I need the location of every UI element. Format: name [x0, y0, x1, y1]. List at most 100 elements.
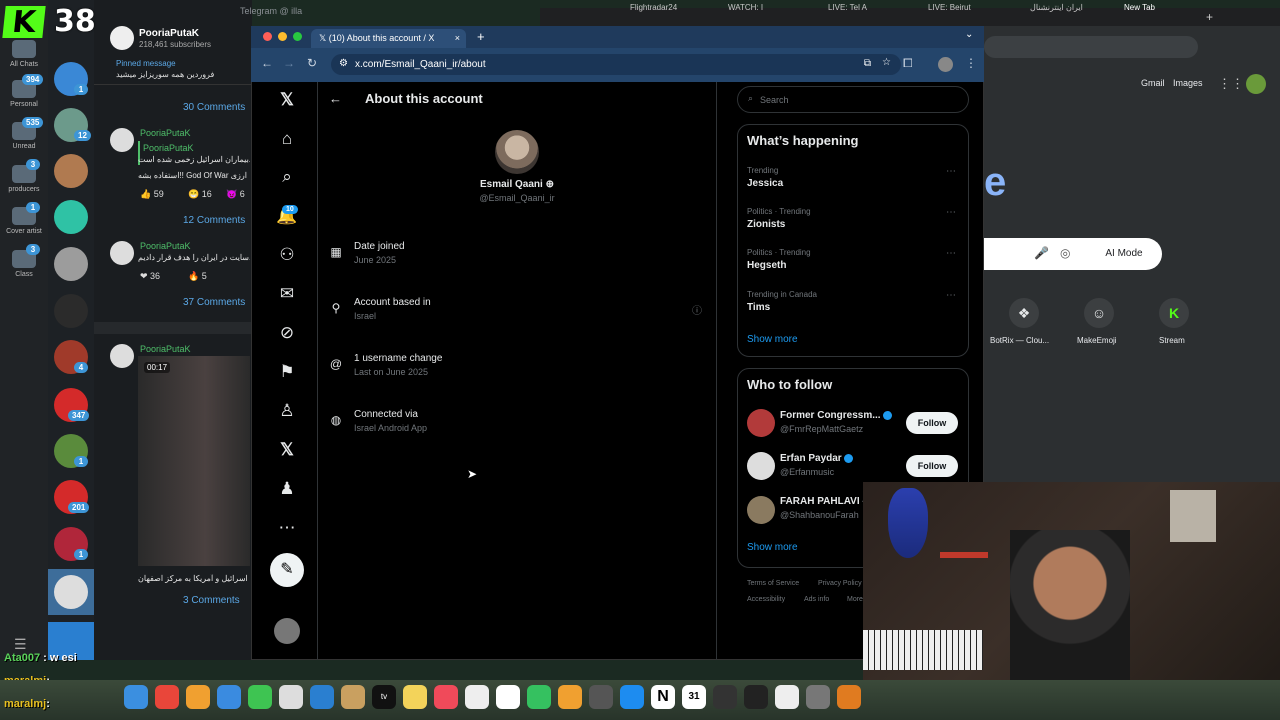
images-link[interactable]: Images — [1173, 78, 1203, 88]
new-tab-plus-icon[interactable]: + — [1206, 10, 1213, 24]
post-comments-link[interactable]: 3 Comments — [183, 595, 240, 606]
shortcut-label[interactable]: BotRix — Clou... — [990, 336, 1049, 345]
ai-mode-button[interactable]: AI Mode — [1087, 240, 1161, 268]
suggestion-name[interactable]: FARAH PAHLAVI - — [780, 496, 866, 507]
footer-link[interactable]: Ads info — [804, 596, 829, 603]
settings-gear-icon[interactable] — [589, 685, 613, 709]
kick-stream-icon[interactable]: K — [1159, 298, 1189, 328]
notion-calendar-icon[interactable]: 31 — [682, 685, 706, 709]
app-icon[interactable] — [775, 685, 799, 709]
bookmarks-icon[interactable]: ⚑ — [276, 361, 298, 383]
shortcut-label[interactable]: MakeEmoji — [1077, 336, 1117, 345]
mail-icon[interactable] — [217, 685, 241, 709]
reaction-smile[interactable]: 😁 16 — [188, 189, 212, 200]
folder-all-chats[interactable]: All Chats — [0, 40, 48, 68]
shortcut-label[interactable]: Stream — [1159, 336, 1185, 345]
channel-avatar[interactable] — [110, 26, 134, 50]
lens-icon[interactable]: ◎ — [1060, 246, 1070, 260]
close-window-button[interactable] — [263, 32, 272, 41]
trend-name[interactable]: Jessica — [747, 178, 783, 189]
apps-grid-icon[interactable]: ⋮⋮ — [1218, 76, 1244, 92]
post-compose-button[interactable]: ✎ — [270, 553, 304, 587]
reaction-fire[interactable]: 🔥 5 — [188, 271, 207, 282]
fl-studio-icon[interactable] — [837, 685, 861, 709]
more-icon[interactable]: ⋯ — [276, 517, 298, 539]
address-bar[interactable]: ⚙ x.com/Esmail_Qaani_ir/about ⧉ ☆ — [331, 54, 901, 75]
post-comments-link[interactable]: 30 Comments — [183, 102, 245, 113]
suggestion-avatar[interactable] — [747, 452, 775, 480]
install-icon[interactable]: ⧉ — [864, 58, 871, 69]
more-dots-icon[interactable]: ⋯ — [946, 166, 956, 177]
notes-icon[interactable] — [403, 685, 427, 709]
active-tab[interactable]: 𝕏 (10) About this account / X × — [311, 29, 466, 48]
trend-name[interactable]: Hegseth — [747, 260, 786, 271]
follow-button[interactable]: Follow — [906, 412, 958, 434]
back-icon[interactable]: ← — [261, 56, 273, 70]
home-icon[interactable]: ⌂ — [276, 128, 298, 150]
safari-icon[interactable] — [124, 685, 148, 709]
footer-link[interactable]: Terms of Service — [747, 580, 799, 587]
chat-avatar[interactable] — [54, 575, 88, 609]
chat-avatar[interactable] — [54, 247, 88, 281]
bg-tab[interactable]: Flightradar24 — [630, 3, 677, 12]
post-comments-link[interactable]: 12 Comments — [183, 215, 245, 226]
explore-search-icon[interactable]: ⌕ — [276, 166, 298, 188]
app-icon[interactable] — [806, 685, 830, 709]
gmail-link[interactable]: Gmail — [1141, 78, 1165, 88]
app-store-icon[interactable] — [620, 685, 644, 709]
suggestion-avatar[interactable] — [747, 496, 775, 524]
photos-icon[interactable] — [186, 685, 210, 709]
browser-profile-avatar[interactable] — [938, 57, 953, 72]
forward-icon[interactable]: → — [283, 56, 295, 70]
tab-search-icon[interactable]: ⌄ — [965, 29, 973, 40]
chat-avatar[interactable] — [54, 200, 88, 234]
video-thumbnail[interactable] — [138, 356, 250, 566]
post-comments-link[interactable]: 37 Comments — [183, 297, 245, 308]
show-more-follow-link[interactable]: Show more — [747, 542, 798, 553]
suggestion-name[interactable]: Erfan Paydar — [780, 453, 853, 464]
follow-button[interactable]: Follow — [906, 455, 958, 477]
footer-link[interactable]: More — [847, 596, 863, 603]
settings-icon[interactable]: ☰ — [14, 636, 27, 653]
chrome-icon[interactable] — [155, 685, 179, 709]
suggestion-avatar[interactable] — [747, 409, 775, 437]
notion-icon[interactable]: N — [651, 685, 675, 709]
show-more-trends-link[interactable]: Show more — [747, 334, 798, 345]
extensions-icon[interactable]: ⧠ — [903, 56, 913, 71]
trend-name[interactable]: Tims — [747, 302, 770, 313]
numbers-icon[interactable] — [527, 685, 551, 709]
minimize-window-button[interactable] — [278, 32, 287, 41]
account-avatar[interactable] — [274, 618, 300, 644]
footer-link[interactable]: Accessibility — [747, 596, 785, 603]
bg-tab[interactable]: WATCH: I — [728, 3, 763, 12]
profile-avatar[interactable] — [1246, 74, 1266, 94]
pinned-text[interactable]: فروردین همه سوریزایز میشید — [116, 70, 214, 79]
folder-producers[interactable]: producers — [0, 165, 48, 193]
new-tab-icon[interactable]: + — [477, 29, 485, 44]
telegram-icon[interactable] — [310, 685, 334, 709]
reload-icon[interactable]: ↻ — [307, 56, 317, 70]
x-logo-icon[interactable]: 𝕏 — [276, 89, 298, 111]
messages-envelope-icon[interactable]: ✉ — [276, 283, 298, 305]
more-dots-icon[interactable]: ⋯ — [946, 290, 956, 301]
folder-class[interactable]: Class — [0, 250, 48, 278]
trend-name[interactable]: Zionists — [747, 219, 785, 230]
browser-menu-icon[interactable]: ⋮ — [965, 56, 977, 70]
premium-x-icon[interactable]: 𝕏 — [276, 439, 298, 461]
profile-icon[interactable]: ♟ — [276, 478, 298, 500]
calendar-icon[interactable] — [465, 685, 489, 709]
pinned-label[interactable]: Pinned message — [116, 59, 176, 68]
facetime-icon[interactable] — [248, 685, 272, 709]
info-circle-icon[interactable]: ⓘ — [692, 302, 702, 317]
logic-icon[interactable] — [744, 685, 768, 709]
footer-link[interactable]: Privacy Policy — [818, 580, 862, 587]
follow-user-icon[interactable]: ⚇ — [276, 244, 298, 266]
bg-tab-active[interactable]: New Tab — [1124, 3, 1155, 12]
search-input[interactable]: ⌕ Search — [737, 86, 969, 113]
bg-tab[interactable]: LIVE: Tel A — [828, 3, 867, 12]
bookmark-star-icon[interactable]: ☆ — [882, 57, 891, 68]
grok-icon[interactable]: ⊘ — [276, 322, 298, 344]
mic-icon[interactable]: 🎤 — [1034, 246, 1049, 260]
reaction-thumbs[interactable]: 👍 59 — [140, 189, 164, 200]
folder-cover-artist[interactable]: Cover artist — [0, 207, 48, 235]
